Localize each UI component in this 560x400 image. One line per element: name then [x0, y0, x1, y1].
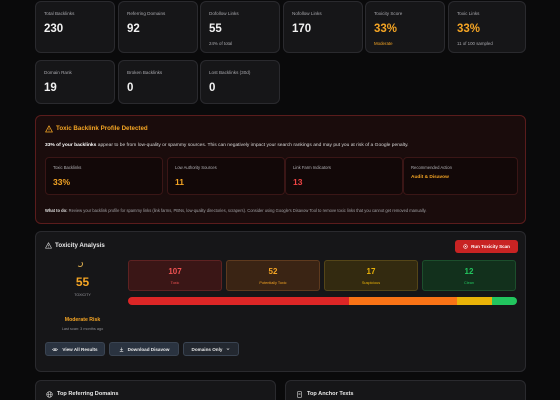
scan-icon: [463, 244, 468, 249]
toxicity-score: 55: [75, 275, 90, 289]
stat-value: 92: [127, 23, 140, 35]
stat-value: 33%: [374, 23, 398, 35]
bucket-label: Clean: [464, 281, 474, 285]
loading-spinner-icon: [77, 261, 83, 267]
view-all-results-label: View All Results: [62, 346, 98, 352]
stat-label: Nofollow Links: [292, 11, 322, 16]
bucket-label: Toxic: [170, 281, 180, 285]
download-icon: [119, 347, 123, 352]
stat-label: Toxic Links: [457, 11, 480, 16]
toxicity-title: Toxicity Analysis: [55, 242, 105, 249]
toxicity-distribution-bar: [128, 297, 517, 305]
alert-metric-recommended-action: Recommended Action Audit & Disavow: [403, 157, 518, 195]
bar-segment-3: [492, 297, 517, 305]
stat-value: 55: [209, 23, 222, 35]
alert-footer-note: What to do: Review your backlink profile…: [45, 208, 427, 213]
top-anchor-texts-title: Top Anchor Texts: [307, 391, 354, 397]
view-all-results-button[interactable]: View All Results: [45, 342, 105, 356]
metric-label: Low Authority Sources: [175, 165, 217, 170]
stat-card-domain-rank: Domain Rank 19: [35, 60, 115, 104]
stat-label: Referring Domains: [127, 11, 166, 16]
stat-sub: 11 of 100 sampled: [457, 41, 493, 46]
document-icon: [297, 391, 302, 398]
metric-label: Toxic Backlinks: [53, 165, 82, 170]
stat-card-toxicity-score: Toxicity Score 33% Moderate: [365, 1, 445, 53]
stat-card-dofollow: Dofollow Links 55 24% of total: [200, 1, 280, 53]
stat-card-nofollow: Nofollow Links 170: [283, 1, 363, 53]
top-anchor-texts-panel: Top Anchor Texts: [285, 380, 526, 400]
bucket-potentially-toxic: 52 Potentially Toxic: [226, 260, 320, 291]
toxicity-analysis-card: Toxicity Analysis Run Toxicity Scan 55 T…: [35, 231, 526, 372]
stat-card-referring-domains: Referring Domains 92: [118, 1, 198, 53]
bucket-value: 52: [268, 267, 278, 276]
metric-value: 11: [175, 177, 184, 187]
alert-footer-bold: What to do:: [45, 208, 68, 213]
disavow-scope-value: Domains Only: [191, 346, 223, 352]
download-disavow-label: Download Disavow: [127, 346, 170, 352]
stat-card-broken-backlinks: Broken Backlinks 0: [118, 60, 198, 104]
bar-segment-1: [349, 297, 458, 305]
top-referring-domains-panel: Top Referring Domains: [35, 380, 276, 400]
stat-label: Broken Backlinks: [127, 70, 163, 75]
bucket-label: Potentially Toxic: [259, 281, 287, 285]
toxic-profile-alert: Toxic Backlink Profile Detected 33% of y…: [35, 115, 526, 224]
eye-icon: [52, 347, 59, 351]
bucket-suspicious: 17 Suspicious: [324, 260, 418, 291]
top-referring-domains-title: Top Referring Domains: [57, 391, 119, 397]
stat-card-toxic-links: Toxic Links 33% 11 of 100 sampled: [448, 1, 526, 53]
stat-label: Toxicity Score: [374, 11, 403, 16]
stat-label: Domain Rank: [44, 70, 72, 75]
alert-metric-toxic-backlinks: Toxic Backlinks 33%: [45, 157, 163, 195]
stat-value: 170: [292, 23, 312, 35]
bucket-value: 107: [168, 267, 182, 276]
stat-card-total-backlinks: Total Backlinks 230: [35, 1, 115, 53]
bucket-clean: 12 Clean: [422, 260, 516, 291]
stat-label: Total Backlinks: [44, 11, 75, 16]
metric-value: 13: [293, 177, 303, 187]
bar-segment-2: [457, 297, 493, 305]
alert-metric-link-farm: Link Farm Indicators 13: [285, 157, 403, 195]
stat-label: Lost Backlinks (30d): [209, 70, 251, 75]
toxicity-score-label: TOXICITY: [74, 293, 91, 297]
stat-card-lost-backlinks: Lost Backlinks (30d) 0: [200, 60, 280, 104]
stat-value: 19: [44, 82, 57, 94]
warning-icon: [45, 242, 52, 249]
globe-icon: [46, 391, 53, 398]
stat-sub: 24% of total: [209, 41, 233, 46]
chevron-down-icon: [227, 348, 230, 350]
stat-value: 0: [127, 82, 134, 94]
bucket-label: Suspicious: [361, 281, 381, 285]
stat-sub: Moderate: [374, 41, 393, 46]
metric-label: Recommended Action: [411, 165, 452, 170]
alert-footer-rest: Review your backlink profile for spammy …: [67, 208, 427, 213]
disavow-scope-select[interactable]: Domains Only: [183, 342, 239, 356]
bar-segment-0: [128, 297, 350, 305]
alert-title: Toxic Backlink Profile Detected: [56, 125, 148, 132]
alert-description-bold: 33% of your backlinks: [45, 143, 97, 148]
last-scan: Last scan: 3 months ago: [61, 327, 104, 331]
alert-description: 33% of your backlinks appear to be from …: [45, 143, 409, 148]
scan-button-label: Run Toxicity Scan: [471, 244, 510, 249]
bucket-value: 17: [366, 267, 376, 276]
warning-icon: [45, 125, 53, 133]
stat-value: 33%: [457, 23, 481, 35]
run-toxicity-scan-button[interactable]: Run Toxicity Scan: [455, 240, 518, 253]
metric-value: Audit & Disavow: [411, 175, 449, 180]
stat-value: 0: [209, 82, 216, 94]
stat-value: 230: [44, 23, 64, 35]
alert-metric-low-authority: Low Authority Sources 11: [167, 157, 285, 195]
bucket-value: 12: [464, 267, 474, 276]
bucket-toxic: 107 Toxic: [128, 260, 222, 291]
alert-description-rest: appear to be from low-quality or spammy …: [96, 143, 409, 148]
metric-label: Link Farm Indicators: [293, 165, 331, 170]
risk-level: Moderate Risk: [64, 317, 101, 323]
download-disavow-button[interactable]: Download Disavow: [109, 342, 179, 356]
metric-value: 33%: [53, 177, 71, 187]
stat-label: Dofollow Links: [209, 11, 239, 16]
